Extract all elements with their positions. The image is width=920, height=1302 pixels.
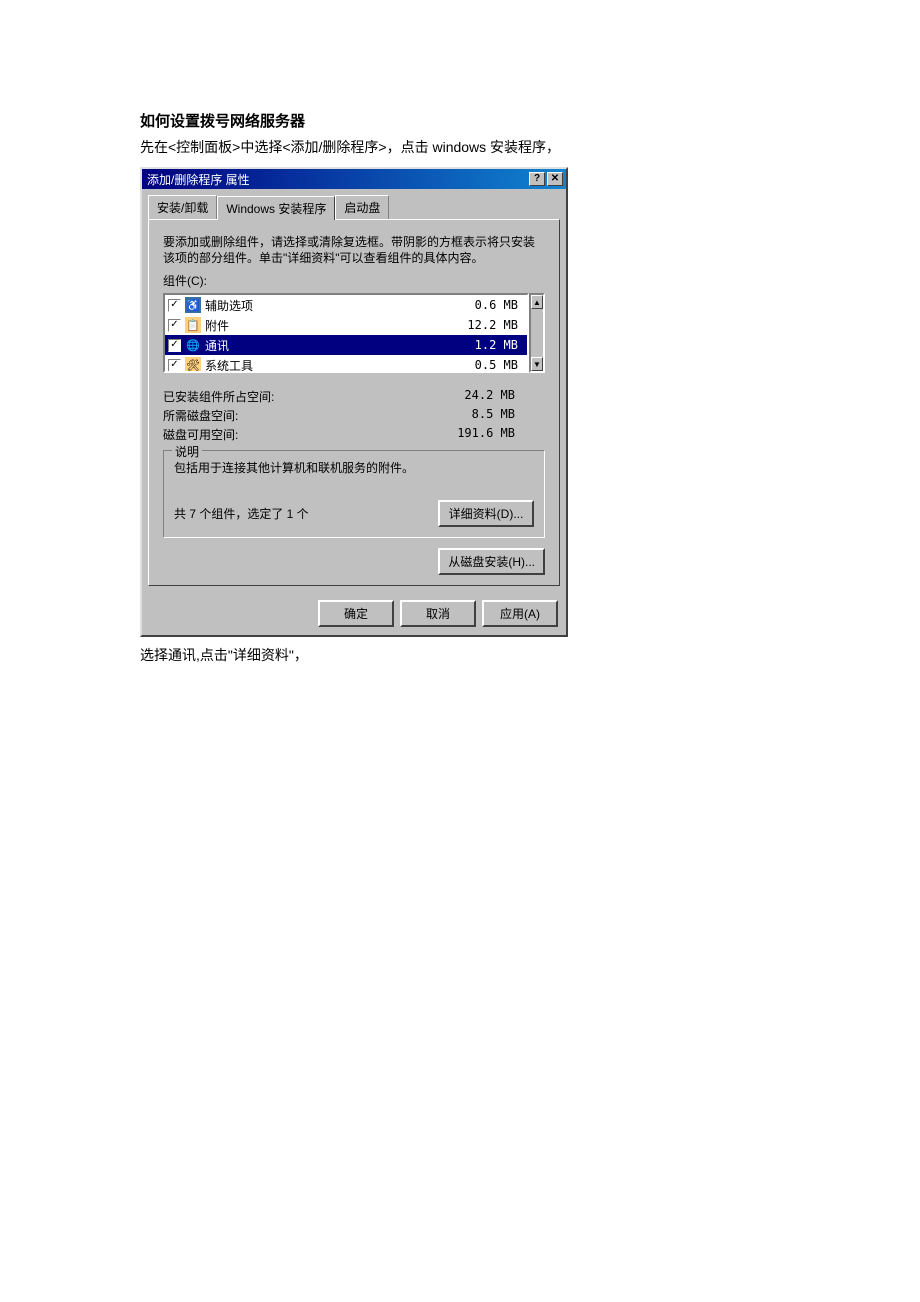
description-legend: 说明: [172, 443, 202, 460]
component-icon: 🌐: [185, 337, 201, 353]
component-label: 通讯: [205, 337, 475, 354]
component-label: 系统工具: [205, 357, 475, 374]
component-icon: 🛠: [185, 357, 201, 373]
apply-button[interactable]: 应用(A): [482, 600, 558, 627]
close-icon[interactable]: ✕: [547, 172, 563, 186]
tab-strip: 安装/卸载 Windows 安装程序 启动盘: [142, 189, 566, 219]
available-space-value: 191.6 MB: [457, 426, 545, 443]
ok-button[interactable]: 确定: [318, 600, 394, 627]
checkbox[interactable]: ✓: [168, 299, 181, 312]
component-icon: 📋: [185, 317, 201, 333]
installed-space-label: 已安装组件所占空间:: [163, 388, 274, 405]
list-item[interactable]: ✓ 🛠系统工具0.5 MB: [165, 355, 527, 373]
checkbox[interactable]: ✓: [168, 319, 181, 332]
components-label: 组件(C):: [163, 272, 545, 289]
tab-boot-disk[interactable]: 启动盘: [335, 195, 389, 219]
scroll-up-icon[interactable]: ▲: [531, 295, 543, 309]
page-outro: 选择通讯,点击"详细资料"，: [140, 645, 780, 665]
component-size: 0.6 MB: [475, 298, 524, 312]
details-button[interactable]: 详细资料(D)...: [438, 500, 534, 527]
dialog-titlebar[interactable]: 添加/删除程序 属性 ? ✕: [142, 169, 566, 189]
dialog-title: 添加/删除程序 属性: [145, 171, 250, 188]
tab-panel: 要添加或删除组件，请选择或清除复选框。带阴影的方框表示将只安装该项的部分组件。单…: [148, 219, 560, 586]
list-item[interactable]: ✓ ♿辅助选项0.6 MB: [165, 295, 527, 315]
tab-windows-setup[interactable]: Windows 安装程序: [217, 196, 335, 220]
component-label: 附件: [205, 317, 467, 334]
required-space-value: 8.5 MB: [472, 407, 545, 424]
checkbox[interactable]: ✓: [168, 359, 181, 372]
help-icon[interactable]: ?: [529, 172, 545, 186]
instructions-text: 要添加或删除组件，请选择或清除复选框。带阴影的方框表示将只安装该项的部分组件。单…: [163, 234, 545, 266]
add-remove-programs-dialog: 添加/删除程序 属性 ? ✕ 安装/卸载 Windows 安装程序 启动盘 要添…: [140, 167, 568, 637]
page-title: 如何设置拨号网络服务器: [140, 110, 780, 131]
required-space-label: 所需磁盘空间:: [163, 407, 238, 424]
titlebar-buttons: ? ✕: [529, 172, 563, 186]
components-listbox[interactable]: ✓ ♿辅助选项0.6 MB ✓ 📋附件12.2 MB ✓ 🌐通讯1.2 MB ✓ 🛠系统工具0…: [163, 293, 529, 373]
description-text: 包括用于连接其他计算机和联机服务的附件。: [174, 459, 534, 476]
page-intro: 先在<控制面板>中选择<添加/删除程序>，点击 windows 安装程序，: [140, 137, 780, 157]
component-label: 辅助选项: [205, 297, 475, 314]
installed-space-value: 24.2 MB: [464, 388, 545, 405]
install-from-disk-button[interactable]: 从磁盘安装(H)...: [438, 548, 545, 575]
disk-space-info: 已安装组件所占空间: 24.2 MB 所需磁盘空间: 8.5 MB 磁盘可用空间…: [163, 387, 545, 444]
dialog-footer: 确定 取消 应用(A): [142, 592, 566, 635]
component-size: 0.5 MB: [475, 358, 524, 372]
available-space-label: 磁盘可用空间:: [163, 426, 238, 443]
component-icon: ♿: [185, 297, 201, 313]
list-item[interactable]: ✓ 📋附件12.2 MB: [165, 315, 527, 335]
list-item[interactable]: ✓ 🌐通讯1.2 MB: [165, 335, 527, 355]
description-fieldset: 说明 包括用于连接其他计算机和联机服务的附件。 共 7 个组件，选定了 1 个 …: [163, 450, 545, 538]
component-size: 1.2 MB: [475, 338, 524, 352]
checkbox[interactable]: ✓: [168, 339, 181, 352]
component-size: 12.2 MB: [467, 318, 524, 332]
scrollbar[interactable]: ▲ ▼: [529, 293, 545, 373]
scroll-down-icon[interactable]: ▼: [531, 357, 543, 371]
component-count-text: 共 7 个组件，选定了 1 个: [174, 505, 309, 522]
components-listbox-wrap: ✓ ♿辅助选项0.6 MB ✓ 📋附件12.2 MB ✓ 🌐通讯1.2 MB ✓ 🛠系统工具0…: [163, 293, 545, 373]
tab-install-uninstall[interactable]: 安装/卸载: [148, 195, 217, 219]
cancel-button[interactable]: 取消: [400, 600, 476, 627]
